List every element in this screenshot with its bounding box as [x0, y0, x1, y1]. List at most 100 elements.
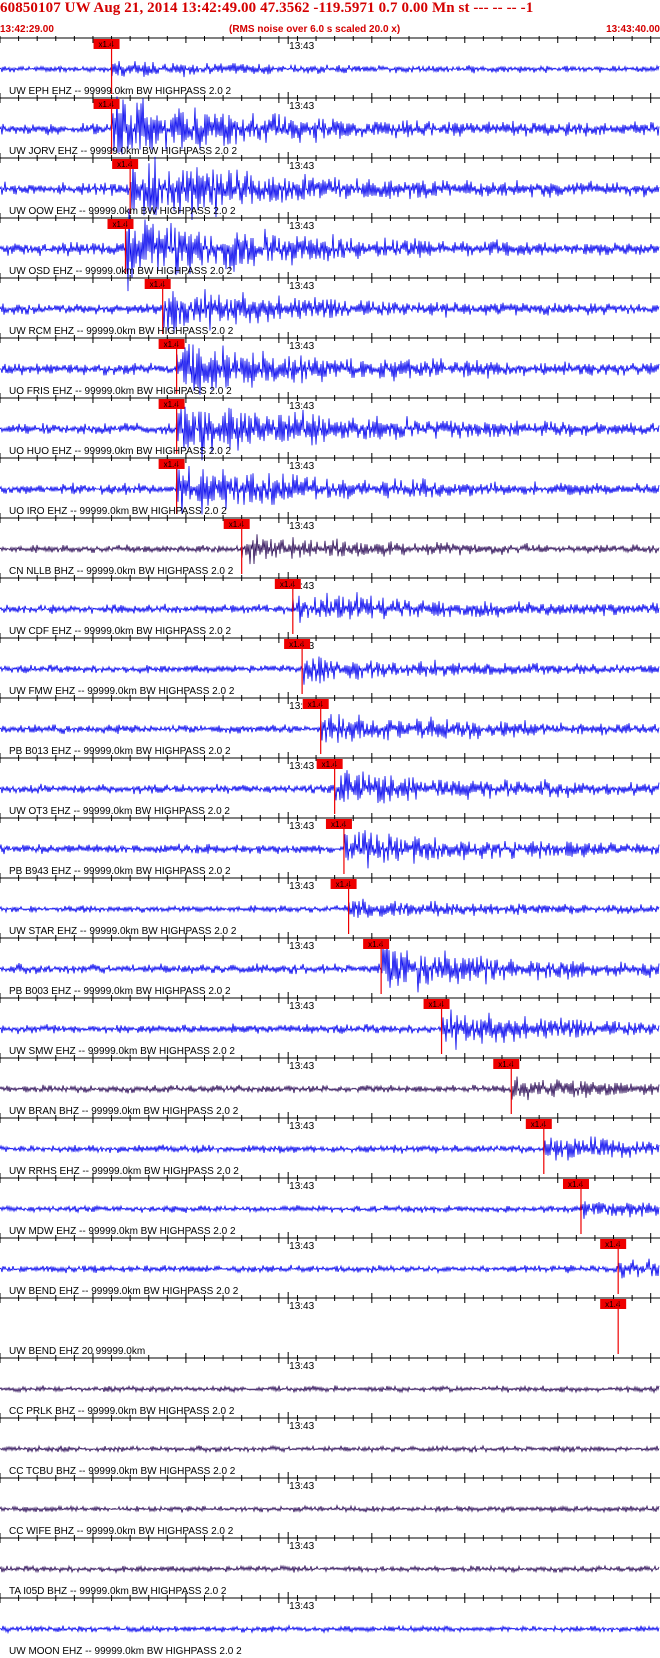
station-label: CC WIFE BHZ -- 99999.0km BW HIGHPASS 2.0…: [9, 1526, 234, 1537]
minute-tick-label: 13:43: [289, 941, 314, 952]
trace-row: 13:43x1.4UO FRIS EHZ -- 99999.0km BW HIG…: [0, 332, 660, 397]
minute-tick-label: 13:43: [289, 1301, 314, 1312]
minute-tick-label: 13:43: [289, 1601, 314, 1612]
trace-row: 13:43x1.4UW FMW EHZ -- 99999.0km BW HIGH…: [0, 632, 660, 697]
trace-row: 13:43 x1.4UW MDW EHZ -- 99999.0km BW HIGH…: [0, 1172, 660, 1237]
station-label: UO IRO EHZ -- 99999.0km BW HIGHPASS 2.0 …: [9, 506, 227, 517]
waveform-trace: [0, 1076, 660, 1101]
waveform-trace: [0, 1258, 660, 1279]
trace-row: 13:43 x1.4UW RRHS EHZ -- 99999.0km BW HIG…: [0, 1112, 660, 1177]
minute-tick-label: 13:43: [289, 521, 314, 532]
minute-tick-label: 13:43: [289, 881, 314, 892]
trace-row: 13:43 x1.4UW STAR EHZ -- 99999.0km BW HIG…: [0, 872, 660, 937]
trace-row: 13:43 x1.4UW BRAN BHZ -- 99999.0km BW HIG…: [0, 1052, 660, 1117]
station-label: UW CDF EHZ -- 99999.0km BW HIGHPASS 2.0 …: [9, 626, 232, 637]
start-time: 13:42:29.00: [0, 24, 54, 35]
waveform-trace: [0, 714, 660, 743]
trace-row: 13:43x1.4UW JORV EHZ -- 99999.0km BW HIG…: [0, 92, 660, 157]
station-label: UW JORV EHZ -- 99999.0km BW HIGHPASS 2.0…: [9, 146, 237, 157]
trace-row: 13:43 CC TCBU BHZ -- 99999.0km BW HIGHPAS…: [0, 1412, 660, 1477]
minute-tick-label: 13:43: [289, 1121, 314, 1132]
minute-tick-label: 13:43: [289, 1361, 314, 1372]
station-label: CN NLLB BHZ -- 99999.0km BW HIGHPASS 2.0…: [9, 566, 234, 577]
trace-row: 13:43 x1.4UW OT3 EHZ -- 99999.0km BW HIGH…: [0, 752, 660, 817]
station-label: UW SMW EHZ -- 99999.0km BW HIGHPASS 2.0 …: [9, 1046, 235, 1057]
station-label: UW OOW EHZ -- 99999.0km BW HIGHPASS 2.0 …: [9, 206, 236, 217]
seismogram-plot: 13:43x1.4UW EPH EHZ -- 99999.0km BW HIGH…: [0, 36, 660, 1657]
event-title: 60850107 UW Aug 21, 2014 13:42:49.00 47.…: [0, 0, 534, 16]
minute-tick-label: 13:43: [289, 821, 314, 832]
waveform-trace: [0, 1009, 660, 1050]
waveform-trace: [0, 942, 660, 993]
minute-tick-label: 13:43: [289, 461, 314, 472]
trace-row: 13:43x1.4PB B013 EHZ -- 99999.0km BW HIG…: [0, 692, 660, 757]
minute-tick-label: 13:43: [289, 1481, 314, 1492]
minute-tick-label: 13:43: [289, 101, 314, 112]
station-label: UW RCM EHZ -- 99999.0km BW HIGHPASS 2.0 …: [9, 326, 234, 337]
trace-row: 13:43x1.4UO HUO EHZ -- 99999.0km BW HIGH…: [0, 392, 660, 461]
minute-tick-label: 13:43: [289, 341, 314, 352]
waveform-trace: [0, 898, 660, 918]
station-label: UO FRIS EHZ -- 99999.0km BW HIGHPASS 2.0…: [9, 386, 232, 397]
waveform-trace: [0, 770, 660, 804]
trace-row: 13:43x1.4UW EPH EHZ -- 99999.0km BW HIGH…: [0, 36, 660, 97]
minute-tick-label: 13:43: [289, 41, 314, 52]
station-label: UW OT3 EHZ -- 99999.0km BW HIGHPASS 2.0 …: [9, 806, 230, 817]
minute-tick-label: 13:43: [289, 161, 314, 172]
station-label: UW STAR EHZ -- 99999.0km BW HIGHPASS 2.0…: [9, 926, 237, 937]
station-label: UW BEND EHZ 20 99999.0km: [9, 1346, 145, 1357]
trace-row: 13:43x1.4UW OOW EHZ -- 99999.0km BW HIGH…: [0, 152, 660, 221]
trace-row: 13:43 x1.4UW BEND EHZ -- 99999.0km BW HIG…: [0, 1232, 660, 1297]
station-label: UW MOON EHZ -- 99999.0km BW HIGHPASS 2.0…: [9, 1646, 242, 1657]
station-label: UW FMW EHZ -- 99999.0km BW HIGHPASS 2.0 …: [9, 686, 235, 697]
minute-tick-label: 13:43: [289, 1541, 314, 1552]
trace-row: 13:43x1.4UW CDF EHZ -- 99999.0km BW HIGH…: [0, 572, 660, 637]
trace-row: 13:43 x1.4UW SMW EHZ -- 99999.0km BW HIGH…: [0, 992, 660, 1057]
rms-subtitle: (RMS noise over 6.0 s scaled 20.0 x): [229, 24, 401, 35]
minute-tick-label: 13:43: [289, 761, 314, 772]
station-label: CC PRLK BHZ -- 99999.0km BW HIGHPASS 2.0…: [9, 1406, 235, 1417]
end-time: 13:43:40.00: [606, 24, 660, 35]
trace-row: 13:43x1.4UW RCM EHZ -- 99999.0km BW HIGH…: [0, 272, 660, 337]
waveform-trace: [0, 1564, 660, 1574]
trace-row: 13:43 TA I05D BHZ -- 99999.0km BW HIGHPAS…: [0, 1532, 660, 1597]
trace-row: 13:43x1.4CN NLLB BHZ -- 99999.0km BW HIG…: [0, 512, 660, 577]
waveform-trace: [0, 656, 660, 685]
station-label: UW MDW EHZ -- 99999.0km BW HIGHPASS 2.0 …: [9, 1226, 236, 1237]
minute-tick-label: 13:43: [289, 1061, 314, 1072]
station-label: PB B003 EHZ -- 99999.0km BW HIGHPASS 2.0…: [9, 986, 231, 997]
minute-tick-label: 13:43: [289, 1421, 314, 1432]
station-label: TA I05D BHZ -- 99999.0km BW HIGHPASS 2.0…: [9, 1586, 227, 1597]
waveform-trace: [0, 830, 660, 869]
station-label: UW OSD EHZ -- 99999.0km BW HIGHPASS 2.0 …: [9, 266, 233, 277]
waveform-trace: [0, 1444, 660, 1454]
station-label: PB B943 EHZ -- 99999.0km BW HIGHPASS 2.0…: [9, 866, 231, 877]
waveform-trace: [0, 1384, 660, 1394]
waveform-trace: [0, 534, 660, 565]
waveform-trace: [0, 1201, 660, 1219]
station-label: PB B013 EHZ -- 99999.0km BW HIGHPASS 2.0…: [9, 746, 231, 757]
trace-row: 13:43 x1.4UW BEND EHZ 20 99999.0km: [0, 1292, 660, 1357]
trace-row: 13:43 CC PRLK BHZ -- 99999.0km BW HIGHPAS…: [0, 1352, 660, 1417]
waveform-trace: [0, 1504, 660, 1514]
waveform-trace: [0, 1624, 660, 1635]
waveform-trace: [0, 209, 660, 292]
minute-tick-label: 13:43: [289, 281, 314, 292]
minute-tick-label: 13:43: [289, 221, 314, 232]
trace-row: 13:43x1.4UO IRO EHZ -- 99999.0km BW HIGH…: [0, 452, 660, 517]
trace-row: 13:43x1.4UW OSD EHZ -- 99999.0km BW HIGH…: [0, 209, 660, 292]
waveform-trace: [0, 61, 660, 78]
station-label: UW EPH EHZ -- 99999.0km BW HIGHPASS 2.0 …: [9, 86, 232, 97]
minute-tick-label: 13:43: [289, 1181, 314, 1192]
waveform-trace: [0, 592, 660, 623]
station-label: UO HUO EHZ -- 99999.0km BW HIGHPASS 2.0 …: [9, 446, 232, 457]
trace-row: 13:43 UW MOON EHZ -- 99999.0km BW HIGHPAS…: [0, 1592, 660, 1657]
trace-row: 13:43 x1.4PB B003 EHZ -- 99999.0km BW HIG…: [0, 932, 660, 997]
minute-tick-label: 13:43: [289, 1241, 314, 1252]
station-label: CC TCBU BHZ -- 99999.0km BW HIGHPASS 2.0…: [9, 1466, 236, 1477]
minute-tick-label: 13:43: [289, 401, 314, 412]
plot-header: 60850107 UW Aug 21, 2014 13:42:49.00 47.…: [0, 0, 660, 36]
waveform-trace: [0, 1136, 660, 1161]
trace-row: 13:43 x1.4PB B943 EHZ -- 99999.0km BW HIG…: [0, 812, 660, 877]
trace-row: 13:43 CC WIFE BHZ -- 99999.0km BW HIGHPAS…: [0, 1472, 660, 1537]
